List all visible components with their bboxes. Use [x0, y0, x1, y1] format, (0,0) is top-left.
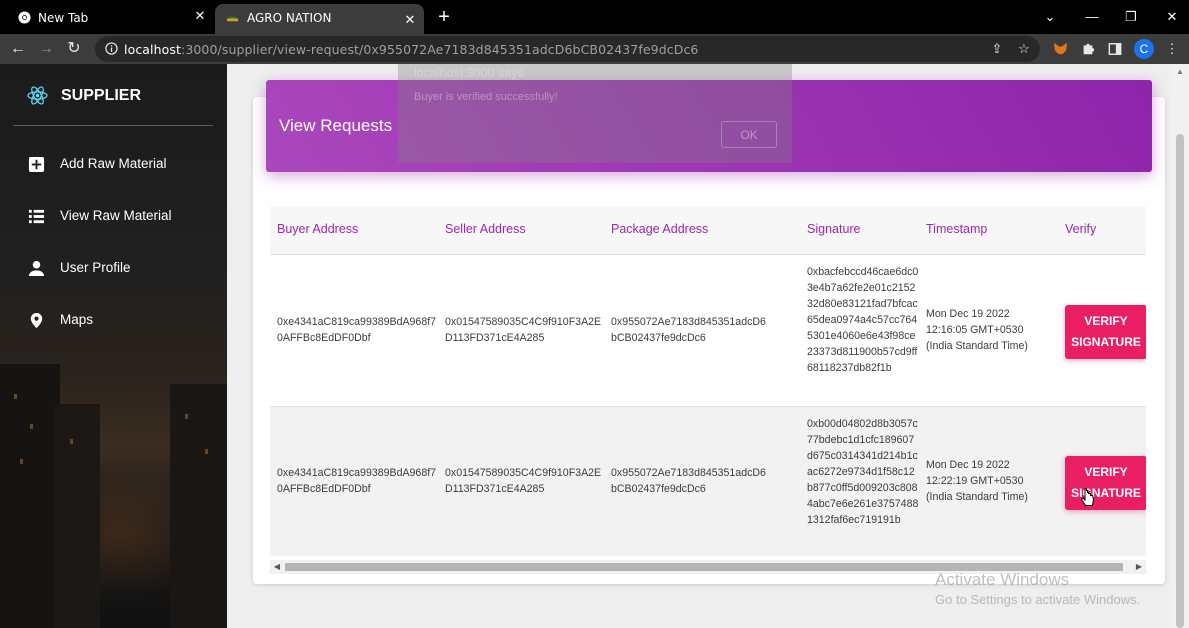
page-vertical-scrollbar[interactable]: ▲: [1171, 64, 1189, 628]
share-icon[interactable]: ⇪: [988, 40, 1006, 58]
column-header-package: Package Address: [611, 222, 709, 236]
bookmark-star-icon[interactable]: ☆: [1015, 40, 1033, 58]
background-building: [55, 404, 100, 628]
close-window-icon[interactable]: ✕: [1163, 8, 1181, 26]
scroll-up-icon[interactable]: ▲: [1175, 67, 1185, 77]
verify-signature-button[interactable]: VERIFY SIGNATURE: [1065, 305, 1146, 359]
timestamp: Mon Dec 19 2022 12:16:05 GMT+0530 (India…: [926, 308, 1028, 352]
scrollbar-thumb[interactable]: [1176, 134, 1184, 628]
seller-address: 0x01547589035C4C9f910F3A2ED113FD371cE4A2…: [445, 467, 602, 495]
new-tab-icon[interactable]: +: [435, 7, 453, 27]
alert-dialog: localhost:3000 says Buyer is verified su…: [398, 64, 792, 163]
sidebar-brand[interactable]: SUPPLIER: [61, 87, 141, 105]
column-header-buyer: Buyer Address: [277, 222, 359, 236]
tab-new-tab[interactable]: New Tab ✕: [0, 0, 214, 34]
side-panel-icon[interactable]: [1106, 40, 1124, 58]
tab-search-icon[interactable]: ⌄: [1041, 8, 1059, 26]
table-row: 0xe4341aC819ca99389BdA968f70AFFBc8EdDF0D…: [270, 255, 1146, 407]
restore-icon[interactable]: ❐: [1122, 8, 1140, 26]
table-header: Buyer Address Seller Address Package Add…: [270, 206, 1146, 255]
window-light: [70, 439, 73, 444]
tab-label: New Tab: [38, 11, 89, 25]
tab-label: AGRO NATION: [247, 11, 332, 25]
sidebar-item-maps[interactable]: Maps: [0, 301, 227, 341]
column-header-signature: Signature: [807, 222, 861, 236]
scroll-left-icon[interactable]: ◀: [271, 561, 283, 573]
page-title: View Requests: [279, 116, 393, 135]
signature: 0xbacfebccd46cae6dc03e4b7a62fe2e01c21523…: [807, 266, 919, 374]
react-logo-icon: [27, 86, 48, 105]
window-light: [205, 449, 208, 454]
scroll-right-icon[interactable]: ▶: [1133, 561, 1145, 573]
chrome-icon: [18, 11, 31, 24]
sidebar: SUPPLIER Add Raw Material View Raw Mater…: [0, 64, 227, 628]
seller-address: 0x01547589035C4C9f910F3A2ED113FD371cE4A2…: [445, 316, 602, 344]
browser-tab-bar: New Tab ✕ AGRO NATION ✕ + ⌄ — ❐ ✕: [0, 0, 1189, 34]
close-tab-icon[interactable]: ✕: [402, 13, 418, 29]
sidebar-item-label: Maps: [60, 312, 94, 327]
sidebar-item-user-profile[interactable]: User Profile: [0, 249, 227, 289]
url-host: localhost: [124, 42, 182, 57]
favicon-icon: [226, 16, 239, 22]
address-bar[interactable]: localhost:3000/supplier/view-request/0x9…: [95, 36, 1040, 62]
requests-table: Buyer Address Seller Address Package Add…: [270, 206, 1146, 556]
sidebar-divider: [13, 125, 213, 126]
table-row: 0xe4341aC819ca99389BdA968f70AFFBc8EdDF0D…: [270, 407, 1146, 556]
buyer-address: 0xe4341aC819ca99389BdA968f70AFFBc8EdDF0D…: [277, 467, 437, 495]
column-header-timestamp: Timestamp: [926, 222, 988, 236]
alert-message: Buyer is verified successfully!: [414, 91, 558, 103]
sidebar-item-add-raw-material[interactable]: Add Raw Material: [0, 145, 227, 185]
timestamp: Mon Dec 19 2022 12:22:19 GMT+0530 (India…: [926, 459, 1028, 503]
forward-icon[interactable]: →: [37, 40, 55, 58]
window-light: [14, 394, 17, 399]
sidebar-item-label: View Raw Material: [60, 208, 172, 223]
watermark-title: Activate Windows: [935, 570, 1070, 589]
url-text: localhost:3000/supplier/view-request/0x9…: [124, 42, 698, 57]
menu-kebab-icon[interactable]: ⋮: [1163, 40, 1181, 58]
reload-icon[interactable]: ↻: [65, 40, 83, 58]
alert-title: localhost:3000 says: [414, 66, 524, 80]
info-icon[interactable]: [105, 42, 118, 55]
column-header-seller: Seller Address: [445, 222, 526, 236]
package-address: 0x955072Ae7183d845351adcD6bCB02437fe9dcD…: [611, 467, 766, 495]
sidebar-item-label: Add Raw Material: [60, 156, 167, 171]
sidebar-item-label: User Profile: [60, 260, 131, 275]
window-light: [20, 459, 23, 464]
verify-signature-button[interactable]: VERIFY SIGNATURE: [1065, 456, 1146, 510]
url-path: :3000/supplier/view-request/0x955072Ae71…: [181, 42, 699, 57]
add-box-icon: [28, 156, 45, 173]
signature: 0xb00d04802d8b3057c77bdebc1d1cfc189607d6…: [807, 418, 919, 526]
location-pin-icon: [30, 312, 43, 329]
window-light: [185, 414, 188, 419]
window-light: [30, 424, 33, 429]
watermark-subtitle: Go to Settings to activate Windows.: [935, 592, 1141, 607]
metamask-icon[interactable]: [1051, 40, 1069, 58]
column-header-verify: Verify: [1065, 222, 1097, 236]
minimize-icon[interactable]: —: [1083, 8, 1101, 26]
mouse-cursor-icon: [1081, 488, 1095, 506]
alert-ok-button[interactable]: OK: [721, 121, 777, 148]
buyer-address: 0xe4341aC819ca99389BdA968f70AFFBc8EdDF0D…: [277, 316, 437, 344]
profile-avatar[interactable]: C: [1134, 39, 1154, 59]
background-building: [0, 364, 60, 628]
person-icon: [28, 260, 45, 277]
tab-agro-nation[interactable]: AGRO NATION ✕: [215, 4, 424, 34]
close-tab-icon[interactable]: ✕: [192, 9, 208, 25]
browser-toolbar: ← → ↻ localhost:3000/supplier/view-reque…: [0, 34, 1189, 64]
background-building: [170, 384, 227, 628]
sidebar-item-view-raw-material[interactable]: View Raw Material: [0, 197, 227, 237]
list-icon: [28, 209, 45, 224]
package-address: 0x955072Ae7183d845351adcD6bCB02437fe9dcD…: [611, 316, 766, 344]
back-icon[interactable]: ←: [9, 40, 27, 58]
extensions-icon[interactable]: [1079, 40, 1097, 58]
